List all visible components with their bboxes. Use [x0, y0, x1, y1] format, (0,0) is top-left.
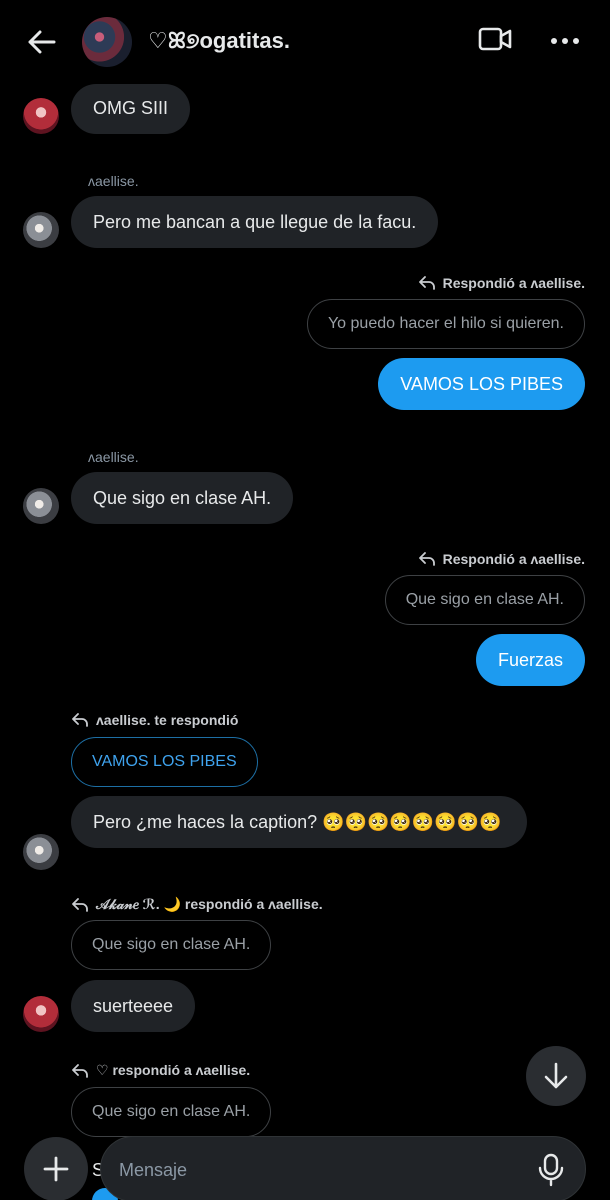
message-bubble[interactable]: OMG SIII: [71, 84, 191, 134]
more-options-button[interactable]: [550, 26, 586, 58]
sender-name: ʌaellise.: [88, 449, 139, 465]
sender-avatar[interactable]: [23, 996, 59, 1032]
conversation-title[interactable]: ♡ꕤ୭ogatitas.: [148, 28, 290, 54]
add-attachment-button[interactable]: [24, 1137, 88, 1200]
message-bubble[interactable]: Pero me bancan a que llegue de la facu.: [71, 196, 439, 248]
message-bubble[interactable]: Que sigo en clase AH.: [71, 472, 294, 524]
quoted-message[interactable]: Que sigo en clase AH.: [384, 575, 585, 625]
message-composer: [100, 1136, 586, 1200]
arrow-left-icon: [28, 30, 56, 54]
reply-icon: [72, 713, 88, 727]
sender-avatar[interactable]: [23, 212, 59, 248]
message-bubble[interactable]: Fuerzas: [475, 634, 585, 686]
arrow-down-icon: [544, 1062, 568, 1089]
microphone-icon: [538, 1153, 564, 1187]
more-horizontal-icon: [551, 38, 579, 44]
quoted-message[interactable]: VAMOS LOS PIBES: [71, 737, 258, 787]
video-camera-icon: [478, 27, 512, 51]
reply-icon: [418, 552, 435, 566]
reply-icon: [72, 1063, 88, 1078]
sender-avatar[interactable]: [23, 488, 59, 524]
message-bubble[interactable]: Pero ¿me haces la caption? 🥺🥺🥺🥺🥺🥺🥺🥺: [71, 796, 527, 848]
scroll-down-button[interactable]: [526, 1046, 586, 1106]
back-button[interactable]: [22, 24, 62, 60]
video-call-button[interactable]: [478, 26, 518, 58]
reply-note: ʌaellise. te respondió: [72, 712, 238, 728]
quoted-message[interactable]: Que sigo en clase AH.: [71, 1087, 272, 1137]
message-input[interactable]: [119, 1157, 519, 1183]
reply-note: 𝒜𝓀𝒶𝓃𝑒 ℛ. 🌙 respondió a ʌaellise.: [72, 896, 323, 913]
reply-note-text: 𝒜𝓀𝒶𝓃𝑒 ℛ. 🌙 respondió a ʌaellise.: [96, 896, 323, 912]
quoted-message[interactable]: Que sigo en clase AH.: [71, 920, 272, 970]
plus-icon: [43, 1156, 69, 1182]
reply-note: Respondió a ʌaellise.: [418, 275, 585, 291]
reply-note-text: ♡ respondió a ʌaellise.: [96, 1062, 251, 1078]
message-bubble[interactable]: VAMOS LOS PIBES: [378, 358, 585, 410]
message-bubble[interactable]: suerteeee: [71, 980, 196, 1032]
sender-avatar[interactable]: [23, 834, 59, 870]
sender-avatar[interactable]: [23, 98, 59, 134]
group-avatar[interactable]: [82, 17, 132, 67]
reply-note: Respondió a ʌaellise.: [418, 551, 585, 567]
reply-icon: [72, 897, 88, 912]
reply-note-text: Respondió a ʌaellise.: [442, 275, 585, 291]
reply-note-text: ʌaellise. te respondió: [96, 712, 239, 728]
sender-name: ʌaellise.: [88, 173, 139, 189]
reply-note-text: Respondió a ʌaellise.: [442, 551, 585, 567]
voice-message-button[interactable]: [535, 1153, 567, 1187]
reply-icon: [418, 276, 435, 290]
chat-header: ♡ꕤ୭ogatitas.: [0, 0, 610, 84]
reply-note: ♡ respondió a ʌaellise.: [72, 1062, 250, 1079]
quoted-message[interactable]: Yo puedo hacer el hilo si quieren.: [306, 299, 585, 349]
